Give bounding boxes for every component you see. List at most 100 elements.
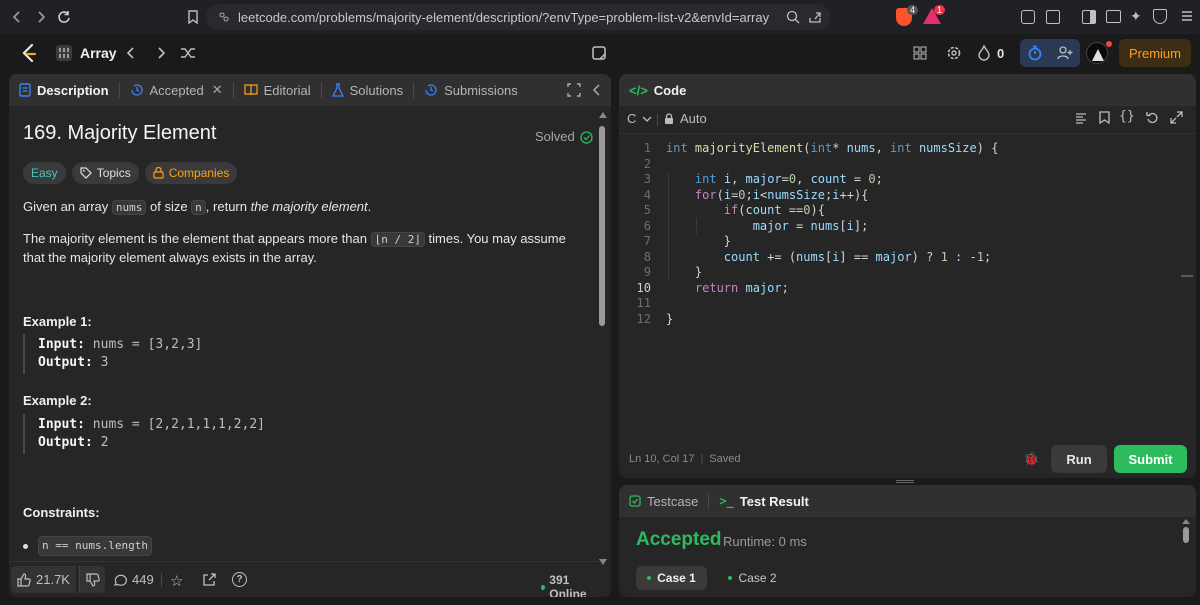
share-icon[interactable] [808, 10, 822, 24]
back-icon[interactable] [6, 6, 28, 28]
sidebar-toggle-icon[interactable] [1082, 10, 1096, 24]
timer-button[interactable] [1020, 39, 1080, 67]
code-toolbar: C Auto {} [619, 106, 1196, 134]
line-content: return major; [694, 280, 789, 295]
difficulty-badge: Easy [23, 162, 66, 184]
scrollbar-thumb[interactable] [599, 126, 605, 326]
submit-button[interactable]: Submit [1114, 445, 1187, 473]
pass-dot [728, 576, 733, 580]
terminal-icon: >_ [719, 494, 734, 508]
bookmark-icon[interactable] [182, 6, 204, 28]
tab-editorial[interactable]: Editorial [234, 74, 321, 106]
premium-button[interactable]: Premium [1119, 39, 1191, 67]
share-icon[interactable] [202, 573, 216, 587]
tab-code[interactable]: </> Code [619, 74, 696, 106]
next-problem-icon[interactable] [150, 42, 172, 64]
add-friend-icon[interactable] [1050, 46, 1080, 60]
vpn-shield-icon[interactable] [1153, 9, 1167, 24]
footer-divider [161, 573, 162, 587]
code-line: 1 int majorityElement(int* nums, int nums… [619, 141, 1189, 157]
close-tab-icon[interactable]: ✕ [212, 82, 223, 98]
result-scrollbar[interactable] [1182, 519, 1190, 591]
scroll-up-arrow[interactable] [1182, 519, 1190, 524]
stopwatch-icon[interactable] [1020, 45, 1050, 61]
menu-icon[interactable] [1180, 9, 1194, 23]
comments-button[interactable]: 449 [107, 566, 160, 593]
scroll-up-arrow[interactable] [599, 112, 607, 118]
extensions-icon[interactable] [1021, 10, 1035, 24]
result-panel: Testcase >_ Test Result Accepted Runtime… [619, 485, 1196, 597]
output-label: Output: [38, 355, 93, 370]
cursor-position: Ln 10, Col 17 [629, 453, 695, 465]
prev-problem-icon[interactable] [120, 42, 142, 64]
extension-square-icon[interactable] [1046, 10, 1060, 24]
reset-icon[interactable] [1146, 111, 1159, 124]
topics-button[interactable]: Topics [71, 162, 139, 184]
notes-icon[interactable] [588, 42, 610, 64]
format-icon[interactable] [1075, 112, 1087, 124]
zoom-icon[interactable] [786, 10, 800, 24]
companies-button[interactable]: Companies [144, 162, 238, 184]
settings-gear-icon[interactable] [943, 42, 965, 64]
run-button[interactable]: Run [1051, 445, 1107, 473]
online-count: 391 Online [549, 573, 587, 597]
input-label: Input: [38, 337, 85, 352]
address-bar[interactable]: leetcode.com/problems/majority-element/d… [206, 4, 830, 30]
tab-testcase[interactable]: Testcase [619, 485, 708, 517]
code-editor[interactable]: 1 int majorityElement(int* nums, int nums… [619, 134, 1196, 434]
tag-icon [80, 167, 92, 179]
line-number: 2 [643, 156, 651, 171]
fullscreen-icon[interactable] [567, 83, 581, 97]
problem-list-button[interactable]: Array [56, 42, 117, 64]
scrollbar-thumb[interactable] [1183, 527, 1189, 543]
lock-icon [153, 167, 164, 179]
bookmark-icon[interactable] [1099, 111, 1110, 124]
code-panel: </> Code C Auto {} 1 int majorityElement(… [619, 74, 1196, 478]
case-2-tab[interactable]: Case 2 [717, 566, 788, 590]
resize-handle[interactable] [896, 480, 914, 483]
submit-label: Submit [1128, 451, 1173, 467]
inline-code: ⌊n / 2⌋ [370, 232, 425, 247]
line-number: 5 [643, 203, 651, 217]
help-icon[interactable]: ? [232, 572, 247, 587]
text-segment: of size [146, 199, 192, 214]
star-icon[interactable]: ☆ [170, 572, 183, 590]
collapse-panel-icon[interactable] [592, 83, 602, 97]
tab-solutions-label: Solutions [349, 82, 404, 98]
expand-icon[interactable] [1170, 111, 1183, 124]
solved-label: Solved [535, 129, 575, 144]
case-1-tab[interactable]: Case 1 [636, 566, 707, 590]
site-settings-icon[interactable] [218, 11, 230, 23]
reload-icon[interactable] [53, 6, 75, 28]
tab-accepted[interactable]: Accepted ✕ [120, 74, 233, 106]
scrollbar[interactable] [599, 112, 607, 565]
tab-test-result[interactable]: >_ Test Result [709, 485, 819, 517]
tab-solutions[interactable]: Solutions [322, 74, 413, 106]
tab-description[interactable]: Description [9, 74, 119, 106]
constraint-code: n == nums.length [38, 536, 152, 556]
mode-select[interactable]: Auto [664, 111, 707, 126]
leo-ai-icon[interactable]: ✦ [1130, 8, 1142, 25]
forward-icon[interactable] [30, 6, 52, 28]
language-select[interactable]: C [627, 111, 652, 126]
code-line: 3 int i, major=0, count = 0; [619, 172, 1189, 188]
like-button[interactable]: 21.7K [11, 566, 76, 593]
layout-icon[interactable] [909, 42, 931, 64]
shield-badge: 4 [907, 5, 919, 15]
debug-icon[interactable]: 🐞 [1023, 451, 1039, 467]
streak-button[interactable]: 0 [977, 42, 1004, 64]
braces-icon[interactable]: {} [1119, 109, 1135, 124]
url-text: leetcode.com/problems/majority-element/d… [238, 9, 770, 25]
wallet-icon[interactable] [1106, 10, 1121, 23]
avatar[interactable] [1086, 42, 1108, 64]
indent-guide [696, 218, 697, 234]
shuffle-icon[interactable] [177, 42, 199, 64]
tab-submissions[interactable]: Submissions [414, 74, 528, 106]
bullet [23, 543, 28, 549]
leetcode-logo-icon[interactable] [18, 42, 40, 64]
run-label: Run [1066, 451, 1092, 467]
dislike-button[interactable] [79, 566, 105, 593]
line-number: 9 [643, 265, 651, 279]
code-line: 2 [619, 157, 1189, 173]
code-panel-header: </> Code [619, 74, 1196, 106]
